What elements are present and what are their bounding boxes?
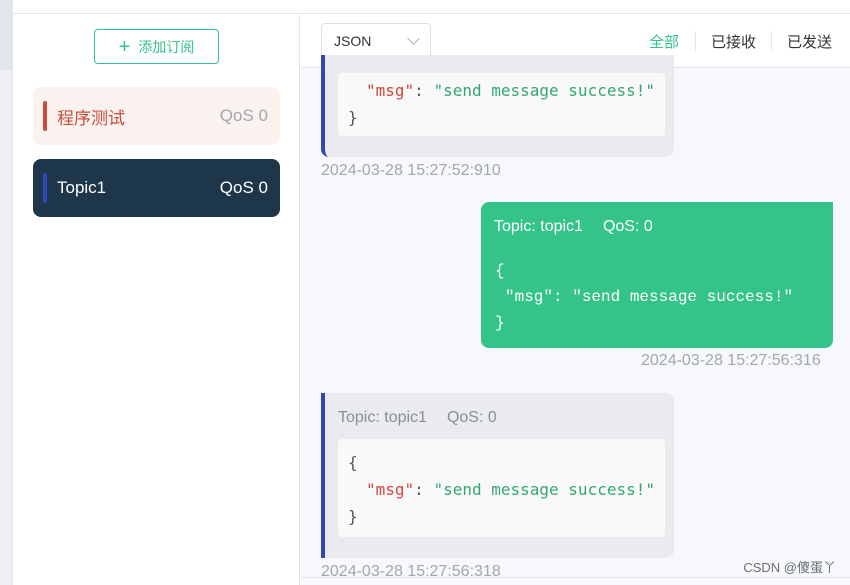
subscription-color-bar — [43, 101, 47, 131]
message-meta: Topic: topic1 QoS: 0 — [338, 409, 497, 427]
message-timestamp: 2024-03-28 15:27:56:316 — [641, 352, 821, 369]
filter-tab-sent[interactable]: 已发送 — [787, 31, 832, 52]
payload-format-select[interactable]: JSON — [321, 23, 431, 58]
plus-icon: + — [118, 35, 131, 58]
message-timestamp: 2024-03-28 15:27:52:910 — [321, 162, 501, 179]
payload-separator: : — [414, 81, 434, 100]
payload-value: "send message success!" — [433, 480, 655, 499]
message-topic: Topic: topic1 — [494, 218, 583, 235]
window-top-strip — [0, 0, 850, 14]
payload-value: "send message success!" — [433, 81, 655, 100]
payload-line: "msg": "send message success!" — [348, 77, 655, 104]
payload-close-brace: } — [348, 507, 358, 526]
payload-format-value: JSON — [334, 32, 372, 49]
message-qos: QoS: 0 — [602, 218, 653, 235]
received-message[interactable]: "msg": "send message success!" } — [321, 55, 674, 157]
message-payload: "msg": "send message success!" } — [338, 73, 665, 136]
payload-key: "msg" — [366, 81, 415, 100]
watermark: CSDN @傻蛋丫 — [743, 560, 836, 575]
add-subscription-button[interactable]: + 添加订阅 — [94, 29, 219, 64]
payload-close-brace: } — [495, 314, 505, 332]
subscription-qos: QoS 0 — [219, 178, 268, 197]
subscription-item-test[interactable]: 程序测试 QoS 0 — [33, 87, 280, 145]
filter-divider — [771, 31, 772, 51]
received-message[interactable]: Topic: topic1 QoS: 0 { "msg": "send messa… — [321, 393, 674, 558]
add-subscription-label: 添加订阅 — [138, 38, 195, 55]
subscription-topic: Topic1 — [57, 178, 107, 197]
payload-line: "msg": "send message success!" — [348, 476, 655, 503]
message-topic: Topic: topic1 — [338, 409, 427, 426]
payload-open-brace: { — [495, 262, 505, 280]
filter-tab-received[interactable]: 已接收 — [711, 31, 756, 52]
composer-divider — [301, 577, 850, 578]
payload-open-brace: { — [348, 453, 358, 472]
filter-tab-all[interactable]: 全部 — [649, 31, 679, 52]
sent-message[interactable]: Topic: topic1 QoS: 0 {"msg": "send messag… — [481, 202, 833, 348]
message-timestamp: 2024-03-28 15:27:56:318 — [321, 563, 501, 580]
payload-separator: : — [414, 480, 434, 499]
message-payload: { "msg": "send message success!" } — [338, 439, 665, 537]
subscription-topic: 程序测试 — [57, 108, 125, 128]
payload-line: "msg": "send message success!" — [505, 288, 794, 306]
message-qos: QoS: 0 — [446, 409, 497, 426]
subscription-qos: QoS 0 — [219, 106, 268, 125]
message-payload: {"msg": "send message success!"} — [495, 258, 793, 336]
message-panel: JSON 全部 已接收 已发送 "msg": "send message suc… — [301, 15, 850, 585]
subscriptions-panel: + 添加订阅 程序测试 QoS 0 Topic1 QoS 0 — [14, 15, 300, 585]
message-meta: Topic: topic1 QoS: 0 — [494, 218, 653, 236]
payload-key: "msg" — [366, 480, 415, 499]
payload-close-brace: } — [348, 108, 358, 127]
app-nav-rail — [0, 0, 13, 585]
chevron-down-icon — [407, 31, 420, 45]
nav-rail-active-indicator — [0, 0, 13, 70]
subscription-item-topic1[interactable]: Topic1 QoS 0 — [33, 159, 280, 217]
filter-divider — [695, 31, 696, 51]
subscription-color-bar — [43, 173, 47, 203]
